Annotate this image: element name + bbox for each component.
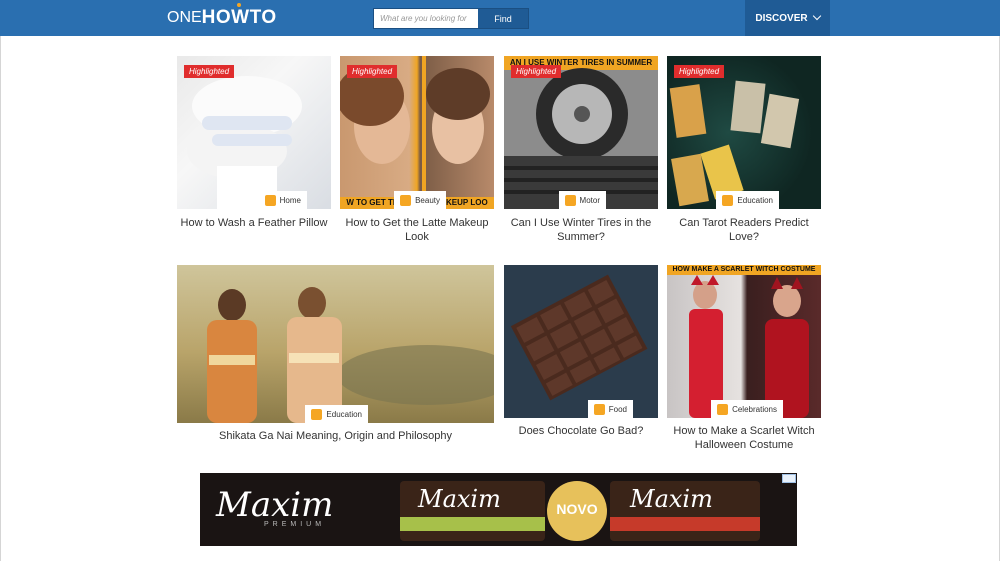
ad-product-text-2: Maxim [630,485,713,513]
article-image: W TO GET THE LATTE MAKEUP LOO Highlighte… [340,56,494,209]
article-image: AN I USE WINTER TIRES IN SUMMER Highligh… [504,56,658,209]
site-logo[interactable]: ONE HOWTO [167,3,277,29]
home-icon [264,194,276,206]
article-card-feather-pillow[interactable]: Highlighted Home How to Wash a Feather P… [177,56,331,234]
article-title[interactable]: Shikata Ga Nai Meaning, Origin and Philo… [177,429,494,443]
ad-novo-badge: NOVO [556,501,598,517]
category-label: Education [737,195,773,205]
ad-sub-text: PREMIUM [264,521,326,528]
makeup-illustration [340,56,490,209]
highlighted-badge: Highlighted [511,65,562,78]
chocolate-illustration [510,274,648,401]
article-image: Food [504,265,658,418]
find-button[interactable]: Find [478,9,528,28]
search-bar: Find [373,8,529,29]
chevron-down-icon [812,11,821,21]
beauty-icon [400,194,412,206]
tarot-cards-illustration [669,80,800,207]
article-image: Education [177,265,494,423]
category-tag[interactable]: Education [716,191,779,209]
left-border [0,0,1,561]
article-title[interactable]: How to Get the Latte Makeup Look [340,216,494,244]
logo-one-text: ONE [167,9,202,26]
costume-illustration [689,275,809,418]
article-card-shikata-ga-nai[interactable]: Education Shikata Ga Nai Meaning, Origin… [177,265,494,445]
pillow-illustration [187,76,302,209]
ad-choices-icon[interactable] [782,474,796,483]
category-tag[interactable]: Food [587,400,633,418]
article-card-scarlet-witch[interactable]: HOW MAKE A SCARLET WITCH COSTUME Celebra… [667,265,821,455]
article-image: HOW MAKE A SCARLET WITCH COSTUME Celebra… [667,265,821,418]
article-image: Highlighted Education [667,56,821,209]
education-icon [311,408,323,420]
search-input[interactable] [374,9,478,28]
article-title[interactable]: How to Wash a Feather Pillow [177,216,331,230]
category-tag[interactable]: Beauty [394,191,446,209]
article-card-winter-tires[interactable]: AN I USE WINTER TIRES IN SUMMER Highligh… [504,56,658,246]
highlighted-badge: Highlighted [347,65,398,78]
category-label: Celebrations [732,404,777,414]
logo-dot-icon [237,3,242,7]
article-title[interactable]: Can Tarot Readers Predict Love? [667,216,821,244]
category-label: Motor [579,195,600,205]
article-title[interactable]: Can I Use Winter Tires in the Summer? [504,216,658,244]
ad-brand-text: Maxim [216,485,334,525]
car-icon [564,194,576,206]
article-card-latte-makeup[interactable]: W TO GET THE LATTE MAKEUP LOO Highlighte… [340,56,494,246]
category-tag[interactable]: Home [258,191,307,209]
ad-product-text-1: Maxim [418,485,501,513]
category-label: Home [279,195,301,205]
category-label: Beauty [415,195,440,205]
article-card-chocolate[interactable]: Food Does Chocolate Go Bad? [504,265,658,445]
category-label: Food [608,404,627,414]
article-title[interactable]: How to Make a Scarlet Witch Halloween Co… [667,424,821,452]
highlighted-badge: Highlighted [674,65,725,78]
kimono-illustration [207,287,494,423]
article-card-tarot[interactable]: Highlighted Education Can Tarot Readers … [667,56,821,246]
discover-label: DISCOVER [755,12,808,24]
category-tag[interactable]: Motor [558,191,606,209]
logo-howto-text: HOWTO [202,3,277,29]
highlighted-badge: Highlighted [184,65,235,78]
food-icon [593,403,605,415]
category-tag[interactable]: Celebrations [711,400,783,418]
site-header: ONE HOWTO Find DISCOVER [0,0,1000,36]
celebrations-icon [717,403,729,415]
article-title[interactable]: Does Chocolate Go Bad? [504,424,658,438]
education-icon [722,194,734,206]
category-label: Education [326,409,362,419]
advertisement-banner[interactable]: Maxim PREMIUM Maxim NOVO Maxim [200,473,797,546]
category-tag[interactable]: Education [305,405,368,423]
discover-menu-button[interactable]: DISCOVER [745,0,830,36]
article-image: Highlighted Home [177,56,331,209]
tire-illustration [504,68,658,209]
